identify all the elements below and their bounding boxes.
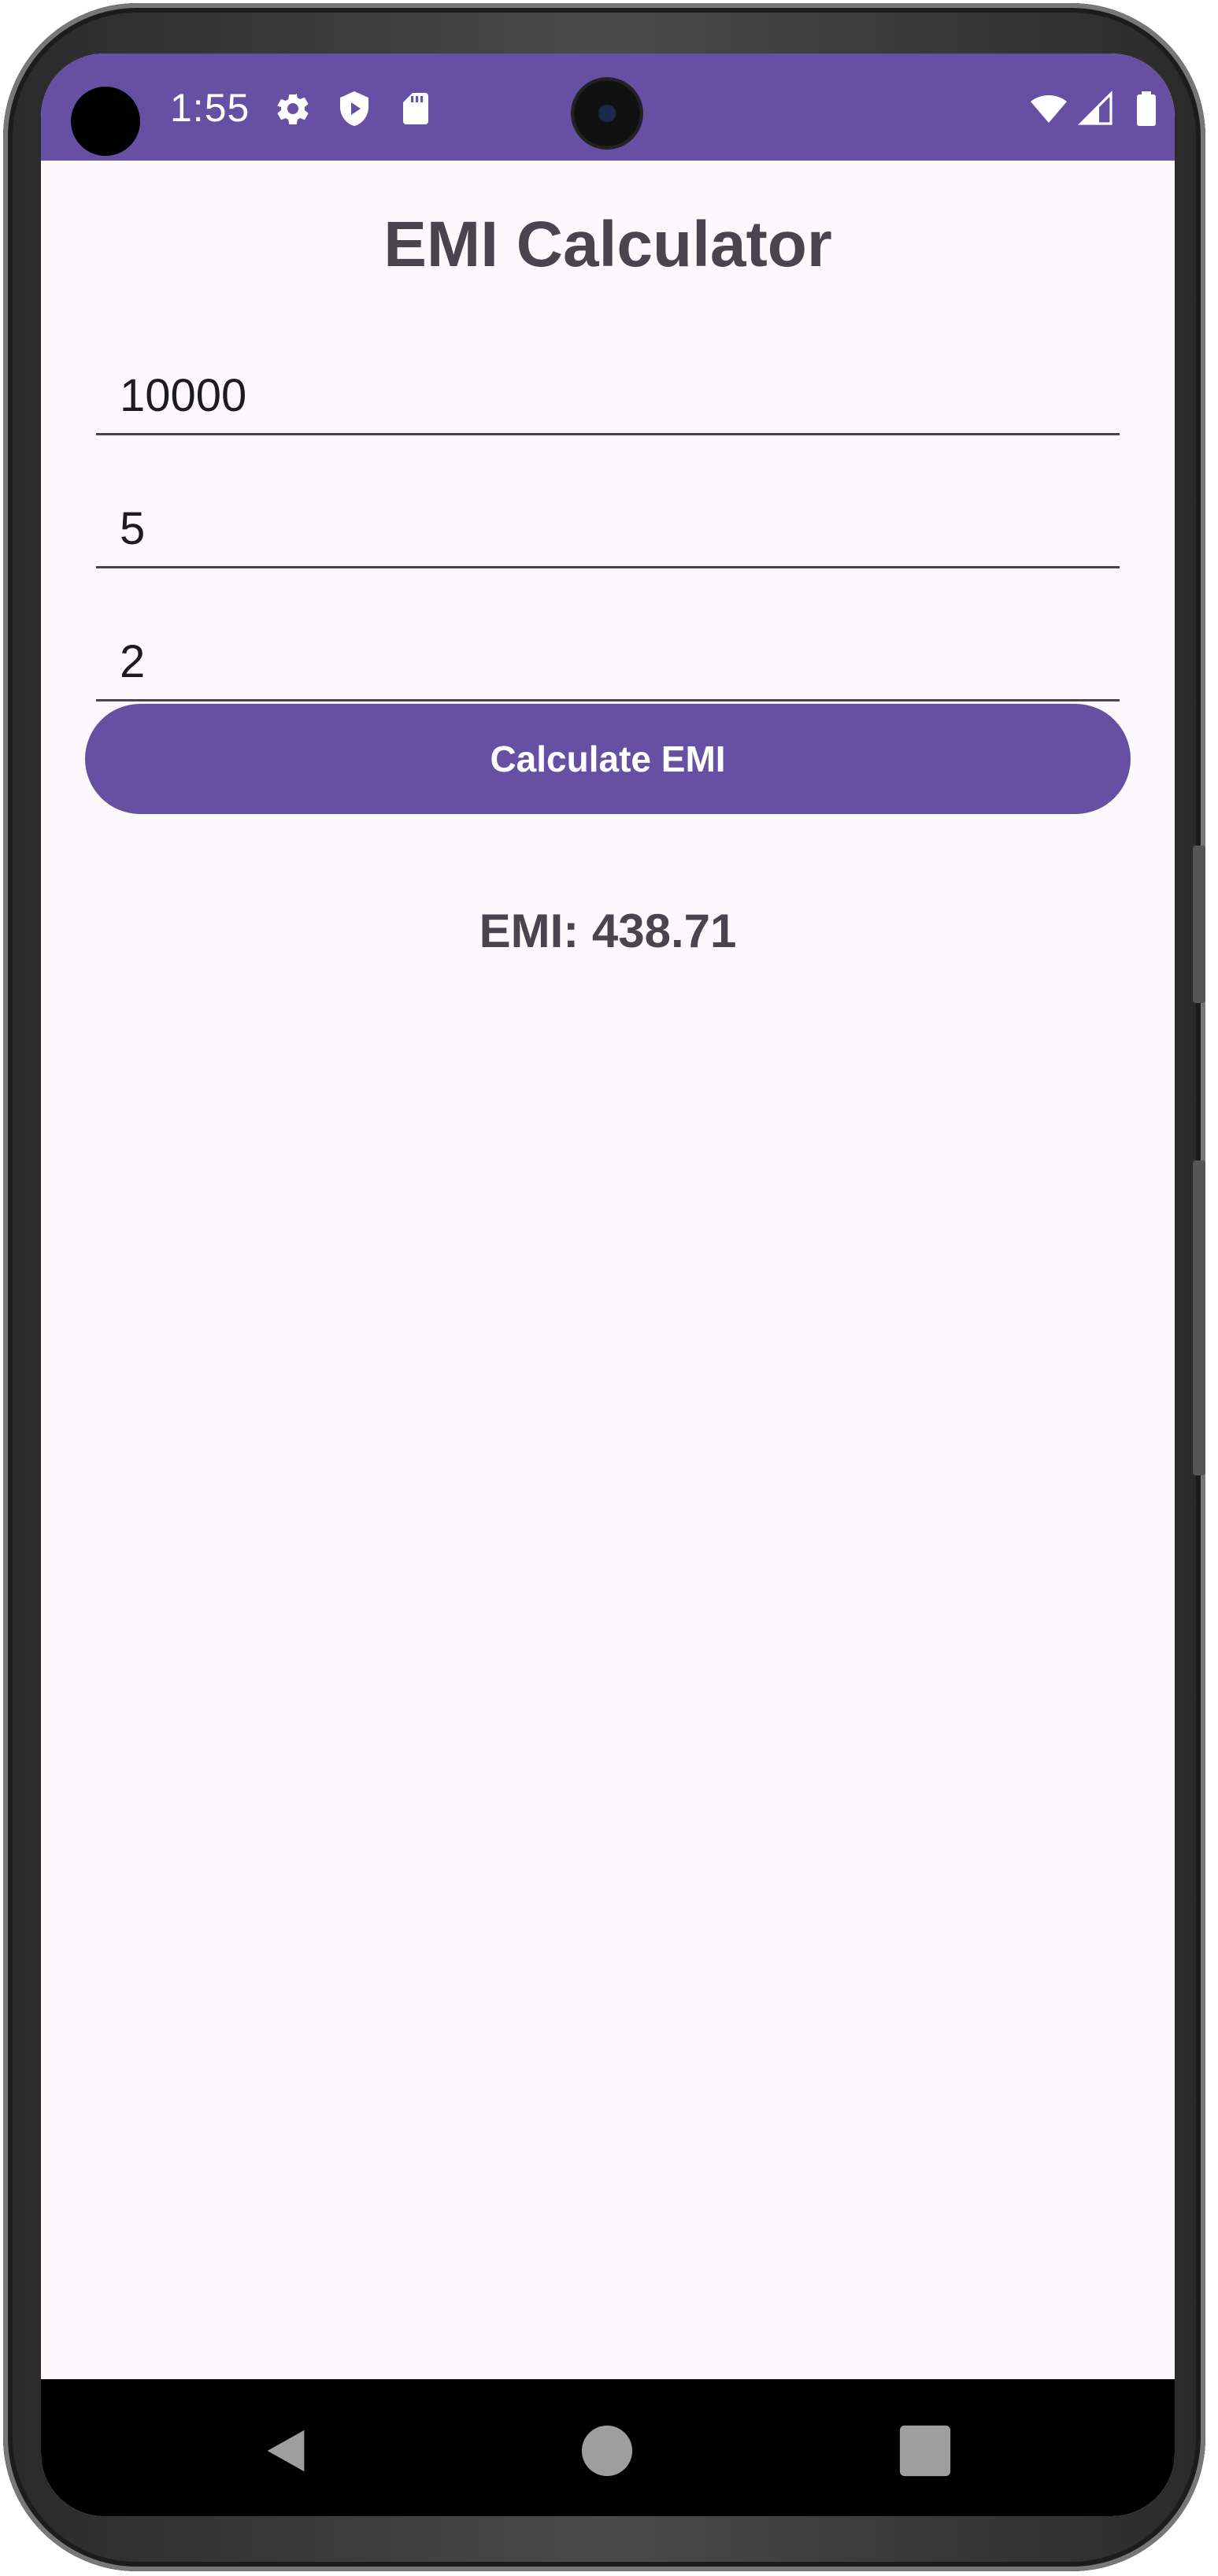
emi-result: EMI: 438.71 (479, 905, 737, 957)
home-icon[interactable] (579, 2423, 635, 2478)
cellular-signal-icon (1078, 91, 1112, 125)
recents-icon[interactable] (898, 2423, 953, 2478)
battery-icon (1137, 91, 1156, 126)
principal-field[interactable] (96, 357, 1120, 435)
sd-card-icon (403, 93, 428, 124)
tenure-field[interactable] (96, 624, 1120, 701)
principal-input[interactable] (120, 369, 1064, 422)
settings-icon (277, 93, 309, 125)
navigation-bar (41, 2379, 1175, 2516)
power-button (1193, 846, 1205, 1003)
wifi-icon (1031, 95, 1067, 123)
rate-field[interactable] (96, 490, 1120, 568)
shield-play-icon (340, 91, 368, 126)
phone-frame: 1:55 EMI Calculator 10000 5 2 Calculate … (3, 3, 1205, 2571)
status-cutout (71, 87, 140, 156)
calculate-emi-button[interactable]: Calculate EMI (85, 704, 1131, 814)
rate-input[interactable] (120, 502, 1064, 555)
status-bar: 1:55 (41, 54, 1175, 161)
tenure-input[interactable] (120, 635, 1064, 688)
screen: 1:55 EMI Calculator 10000 5 2 Calculate … (41, 54, 1175, 2516)
volume-button (1193, 1160, 1205, 1475)
back-icon[interactable] (258, 2423, 313, 2478)
front-camera (574, 80, 640, 146)
page-title: EMI Calculator (383, 209, 832, 280)
status-time: 1:55 (170, 86, 250, 130)
